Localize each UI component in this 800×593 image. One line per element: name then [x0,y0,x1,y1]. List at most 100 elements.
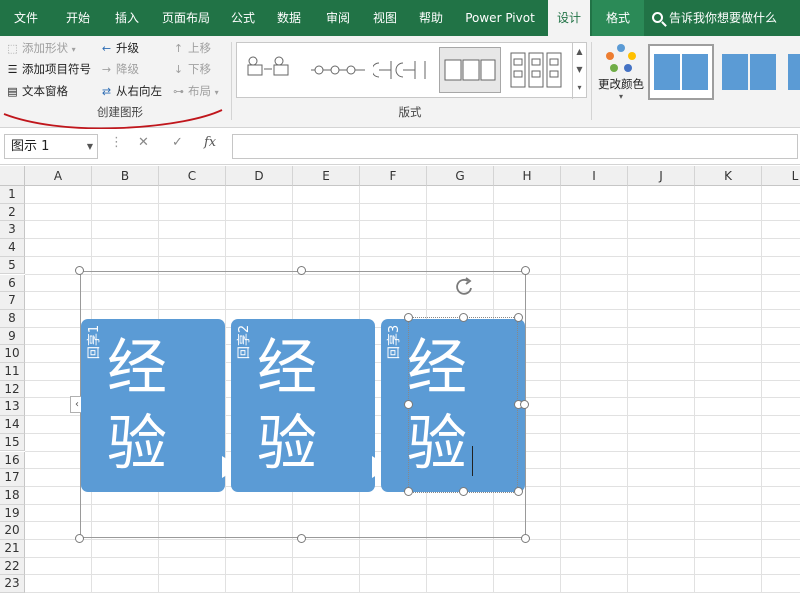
enter-icon[interactable]: ✓ [172,135,183,150]
shape-handle-ne[interactable] [514,313,523,322]
column-header-E[interactable]: E [293,166,360,186]
row-header-15[interactable]: 15 [0,433,25,452]
tab-file[interactable]: 文件 [0,0,52,36]
worksheet-grid[interactable]: A B C D E F G H I J K L 1 2 3 4 5 6 7 8 9 10 11 12 13 14 15 16 17 18 1… [0,166,800,593]
layout-thumb-2[interactable] [307,47,369,93]
tab-format[interactable]: 格式 [592,0,644,36]
row-header-23[interactable]: 23 [0,575,25,593]
column-header-J[interactable]: J [628,166,695,186]
scroll-up-icon[interactable]: ▲ [573,43,586,61]
tab-view[interactable]: 视图 [362,0,408,36]
more-options-icon[interactable]: ⋮ [110,135,123,150]
tab-review[interactable]: 审阅 [314,0,362,36]
row-header-18[interactable]: 18 [0,486,25,505]
column-header-C[interactable]: C [159,166,226,186]
column-header-F[interactable]: F [360,166,427,186]
shape-1-line2: 验 [107,409,167,479]
row-header-20[interactable]: 20 [0,522,25,540]
layout-thumb-3[interactable] [371,47,435,93]
move-up-button[interactable]: ↑ 上移 [172,39,211,58]
group-separator [591,42,592,120]
shape-handle-s[interactable] [459,487,468,496]
gallery-more-icon[interactable]: ▾ [573,79,586,97]
move-down-button[interactable]: ↓ 下移 [172,60,211,79]
row-header-6[interactable]: 6 [0,274,25,293]
smartart-style-3[interactable] [784,44,800,100]
name-box[interactable]: 图示 1 ▼ [4,134,98,159]
demote-button[interactable]: → 降级 [100,60,139,79]
row-header-8[interactable]: 8 [0,309,25,328]
row-header-11[interactable]: 11 [0,363,25,381]
resize-handle-ne[interactable] [521,266,530,275]
row-header-5[interactable]: 5 [0,256,25,275]
shape-handle-n[interactable] [459,313,468,322]
gridline-horizontal [25,574,800,576]
layout-3-icon [371,61,426,79]
smartart-style-2[interactable] [718,44,780,100]
row-header-17[interactable]: 17 [0,469,25,487]
row-header-4[interactable]: 4 [0,239,25,257]
row-header-12[interactable]: 12 [0,380,25,399]
insert-function-button[interactable]: fx [204,135,216,150]
formula-input[interactable] [232,134,798,159]
row-header-14[interactable]: 14 [0,416,25,434]
row-header-19[interactable]: 19 [0,504,25,523]
layout-thumb-1[interactable] [241,47,303,93]
row-header-2[interactable]: 2 [0,203,25,222]
row-header-22[interactable]: 22 [0,557,25,576]
row-header-21[interactable]: 21 [0,540,25,558]
tab-help[interactable]: 帮助 [408,0,454,36]
tab-design[interactable]: 设计 [548,0,590,36]
shape-handle-w[interactable] [404,400,413,409]
tab-formulas[interactable]: 公式 [222,0,264,36]
add-shape-button[interactable]: ⬚ 添加形状 ▾ [6,39,76,59]
resize-handle-nw[interactable] [75,266,84,275]
tab-home[interactable]: 开始 [52,0,104,36]
row-header-10[interactable]: 10 [0,345,25,363]
row-header-16[interactable]: 16 [0,451,25,470]
select-all-corner[interactable] [0,166,25,186]
row-header-1[interactable]: 1 [0,186,25,204]
cancel-icon[interactable]: ✕ [138,135,149,150]
column-header-G[interactable]: G [427,166,494,186]
column-header-B[interactable]: B [92,166,159,186]
add-bullet-button[interactable]: ☰ 添加项目符号 [6,60,91,79]
tab-power-pivot[interactable]: Power Pivot [454,0,546,36]
layout-thumb-5[interactable] [505,47,567,93]
frame-handle-e[interactable] [520,400,529,409]
shape-handle-nw[interactable] [404,313,413,322]
change-colors-button[interactable]: 更改颜色 ▾ [595,40,647,122]
promote-button[interactable]: ← 升级 [100,39,139,58]
tell-me-search[interactable]: 告诉我你想要做什么 [652,0,777,36]
scroll-down-icon[interactable]: ▼ [573,61,586,79]
column-header-H[interactable]: H [494,166,561,186]
column-header-K[interactable]: K [695,166,762,186]
column-header-D[interactable]: D [226,166,293,186]
tab-insert[interactable]: 插入 [104,0,150,36]
smartart-style-1[interactable] [648,44,714,100]
column-header-L[interactable]: L [762,166,800,186]
layout-thumb-4-selected[interactable] [439,47,501,93]
row-header-3[interactable]: 3 [0,221,25,240]
shape-handle-sw[interactable] [404,487,413,496]
rotate-icon[interactable] [453,276,475,298]
arrow-up-icon: ↑ [173,42,184,55]
row-header-9[interactable]: 9 [0,327,25,346]
chevron-down-icon: ▾ [71,45,76,54]
resize-handle-se[interactable] [521,534,530,543]
resize-handle-n[interactable] [297,266,306,275]
smartart-shape-2[interactable]: 回享2 经 验 [231,319,375,492]
column-header-I[interactable]: I [561,166,628,186]
smartart-shape-1[interactable]: 回享1 经 验 [81,319,225,492]
tab-page-layout[interactable]: 页面布局 [150,0,222,36]
gridline-horizontal [25,238,800,240]
row-header-7[interactable]: 7 [0,292,25,310]
shape-handle-se[interactable] [514,487,523,496]
tab-data[interactable]: 数据 [264,0,314,36]
column-header-A[interactable]: A [25,166,92,186]
resize-handle-s[interactable] [297,534,306,543]
row-header-13[interactable]: 13 [0,398,25,417]
palette-icon [606,44,636,74]
gallery-scroll[interactable]: ▲ ▼ ▾ [572,43,586,99]
resize-handle-sw[interactable] [75,534,84,543]
